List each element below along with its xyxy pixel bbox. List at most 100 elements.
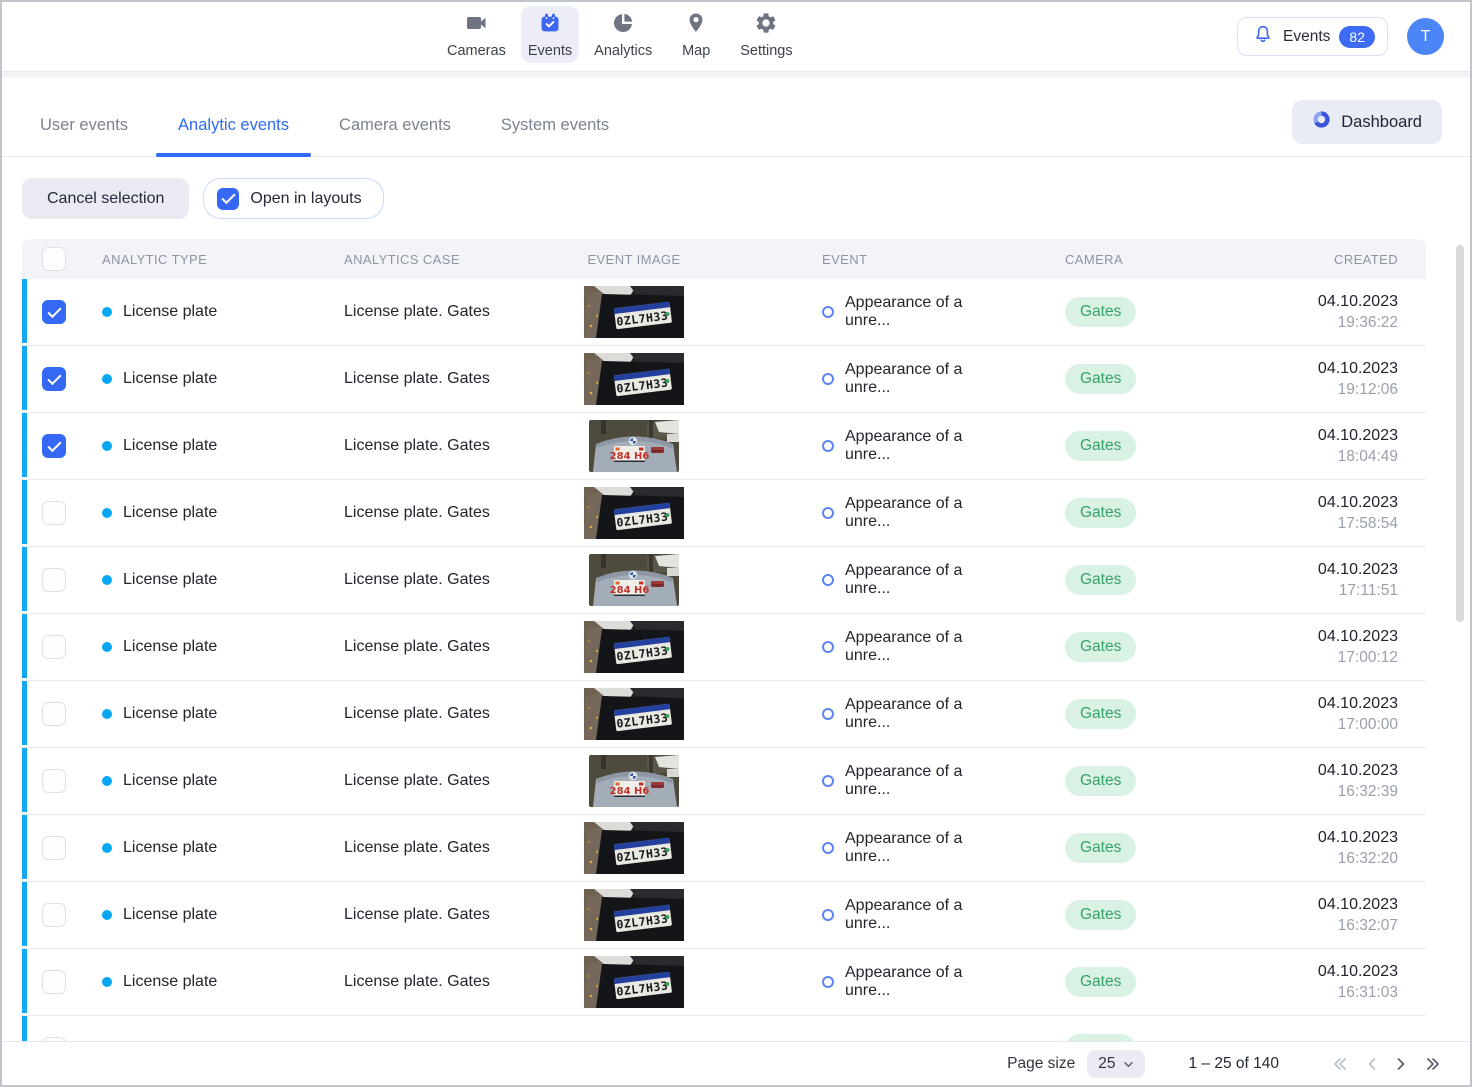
table-header: ANALYTIC TYPE ANALYTICS CASE EVENT IMAGE… (22, 239, 1426, 279)
pager (1331, 1056, 1442, 1072)
table-row[interactable]: License plate License plate. Gates 0ZL7H… (22, 614, 1426, 681)
row-accent-bar (22, 413, 27, 477)
event-label: Appearance of a unre... (845, 495, 979, 531)
select-all-checkbox[interactable] (42, 247, 66, 271)
event-image-thumbnail[interactable]: 0ZL7H33 (589, 554, 679, 606)
event-image-thumbnail[interactable]: 0ZL7H33 (583, 822, 685, 874)
tab-analytic-events[interactable]: Analytic events (178, 116, 289, 156)
nav-item-events[interactable]: Events (521, 6, 579, 63)
avatar[interactable]: T (1407, 18, 1444, 55)
created-time: 17:00:12 (1338, 649, 1398, 667)
created-time: 19:36:22 (1338, 314, 1398, 332)
pagination-prev-button[interactable] (1366, 1056, 1378, 1072)
event-image-thumbnail[interactable]: 0ZL7H33 (583, 353, 685, 405)
camera-badge[interactable]: Gates (1065, 565, 1136, 595)
row-checkbox[interactable] (42, 568, 66, 592)
tab-system-events[interactable]: System events (501, 116, 609, 156)
pagination-first-button[interactable] (1331, 1056, 1349, 1072)
table-row[interactable]: License plate License plate. Gates 0ZL7H… (22, 882, 1426, 949)
event-image-thumbnail[interactable]: 0ZL7H33 (589, 755, 679, 807)
event-image-thumbnail[interactable]: 0ZL7H33 (583, 889, 685, 941)
table-row[interactable]: License plate License plate. Gates 0ZL7H… (22, 748, 1426, 815)
row-checkbox[interactable] (42, 970, 66, 994)
nav-item-analytics[interactable]: Analytics (587, 6, 659, 63)
analytics-case-label: License plate. Gates (344, 772, 490, 790)
camera-badge[interactable]: Gates (1065, 498, 1136, 528)
column-header-created[interactable]: CREATED (1219, 252, 1426, 267)
row-checkbox[interactable] (42, 702, 66, 726)
created-date: 04.10.2023 (1318, 963, 1398, 981)
analytics-case-label: License plate. Gates (344, 638, 490, 656)
row-checkbox[interactable] (42, 367, 66, 391)
analytics-case-label: License plate. Gates (344, 705, 490, 723)
camera-badge[interactable]: Gates (1065, 297, 1136, 327)
event-status-icon (822, 775, 834, 787)
open-in-layouts-button[interactable]: Open in layouts (203, 178, 383, 219)
event-image-thumbnail[interactable]: 0ZL7H33 (583, 688, 685, 740)
row-checkbox[interactable] (42, 635, 66, 659)
page-size-dropdown[interactable]: 25 (1087, 1050, 1144, 1078)
tab-user-events[interactable]: User events (40, 116, 128, 156)
table-row[interactable]: License plate License plate. Gates 0ZL7H… (22, 346, 1426, 413)
table-row[interactable]: License plate License plate. Gates 0ZL7H… (22, 681, 1426, 748)
table-row[interactable]: License plate License plate. Gates 0ZL7H… (22, 547, 1426, 614)
row-checkbox[interactable] (42, 300, 66, 324)
nav-label: Analytics (594, 43, 652, 59)
row-checkbox[interactable] (42, 836, 66, 860)
camera-badge[interactable]: Gates (1065, 431, 1136, 461)
created-time: 18:04:49 (1338, 448, 1398, 466)
nav-item-map[interactable]: Map (667, 6, 725, 63)
table-row[interactable]: License plate License plate. Gates 0ZL7H… (22, 480, 1426, 547)
event-image-thumbnail[interactable]: 0ZL7H33 (583, 956, 685, 1008)
row-checkbox[interactable] (42, 769, 66, 793)
svg-text:284 H6: 284 H6 (610, 451, 650, 462)
event-label: Appearance of a unre... (845, 294, 979, 330)
analytic-type-dot-icon (102, 441, 112, 451)
camera-badge[interactable]: Gates (1065, 967, 1136, 997)
events-count-badge: 82 (1339, 26, 1375, 48)
column-header-analytics-case[interactable]: ANALYTICS CASE (344, 252, 569, 267)
camera-badge[interactable]: Gates (1065, 900, 1136, 930)
event-image-thumbnail[interactable]: 0ZL7H33 (583, 621, 685, 673)
event-image-thumbnail[interactable]: 0ZL7H33 (583, 286, 685, 338)
camera-badge[interactable]: Gates (1065, 699, 1136, 729)
table-row[interactable]: License plate License plate. Gates 0ZL7H… (22, 815, 1426, 882)
column-header-event[interactable]: EVENT (699, 252, 979, 267)
event-label: Appearance of a unre... (845, 964, 979, 1000)
table-row[interactable]: License plate License plate. Gates 0ZL7H… (22, 949, 1426, 1016)
vertical-scrollbar[interactable] (1456, 245, 1464, 622)
camera-badge[interactable]: Gates (1065, 632, 1136, 662)
created-date: 04.10.2023 (1318, 829, 1398, 847)
table-row[interactable]: 0ZL7H33 (22, 1016, 1426, 1042)
event-image-thumbnail[interactable]: 0ZL7H33 (583, 487, 685, 539)
row-checkbox[interactable] (42, 501, 66, 525)
column-header-event-image[interactable]: EVENT IMAGE (569, 252, 699, 267)
camera-badge[interactable]: Gates (1065, 364, 1136, 394)
open-in-layouts-checkbox[interactable] (217, 188, 239, 210)
cancel-selection-button[interactable]: Cancel selection (22, 178, 189, 219)
table-row[interactable]: License plate License plate. Gates 0ZL7H… (22, 413, 1426, 480)
dashboard-button[interactable]: Dashboard (1292, 100, 1442, 144)
event-image-thumbnail[interactable]: 0ZL7H33 (589, 420, 679, 472)
table-row[interactable]: License plate License plate. Gates 0ZL7H… (22, 279, 1426, 346)
pagination-next-button[interactable] (1395, 1056, 1407, 1072)
nav-item-cameras[interactable]: Cameras (440, 6, 513, 63)
analytic-type-dot-icon (102, 910, 112, 920)
top-bar: Cameras Events Analytics Map (2, 2, 1470, 72)
created-date: 04.10.2023 (1318, 896, 1398, 914)
table-body: License plate License plate. Gates 0ZL7H… (22, 279, 1426, 1042)
gear-icon (754, 11, 778, 40)
nav-item-settings[interactable]: Settings (733, 6, 799, 63)
created-time: 17:11:51 (1339, 582, 1398, 600)
column-header-analytic-type[interactable]: ANALYTIC TYPE (102, 252, 344, 267)
camera-badge[interactable]: Gates (1065, 766, 1136, 796)
row-checkbox[interactable] (42, 903, 66, 927)
column-header-camera[interactable]: CAMERA (979, 252, 1219, 267)
tab-camera-events[interactable]: Camera events (339, 116, 451, 156)
row-checkbox[interactable] (42, 434, 66, 458)
notifications-events-button[interactable]: Events 82 (1237, 17, 1388, 56)
camera-badge[interactable]: Gates (1065, 833, 1136, 863)
open-in-layouts-label: Open in layouts (250, 190, 361, 208)
pagination-last-button[interactable] (1424, 1056, 1442, 1072)
created-date: 04.10.2023 (1318, 561, 1398, 579)
